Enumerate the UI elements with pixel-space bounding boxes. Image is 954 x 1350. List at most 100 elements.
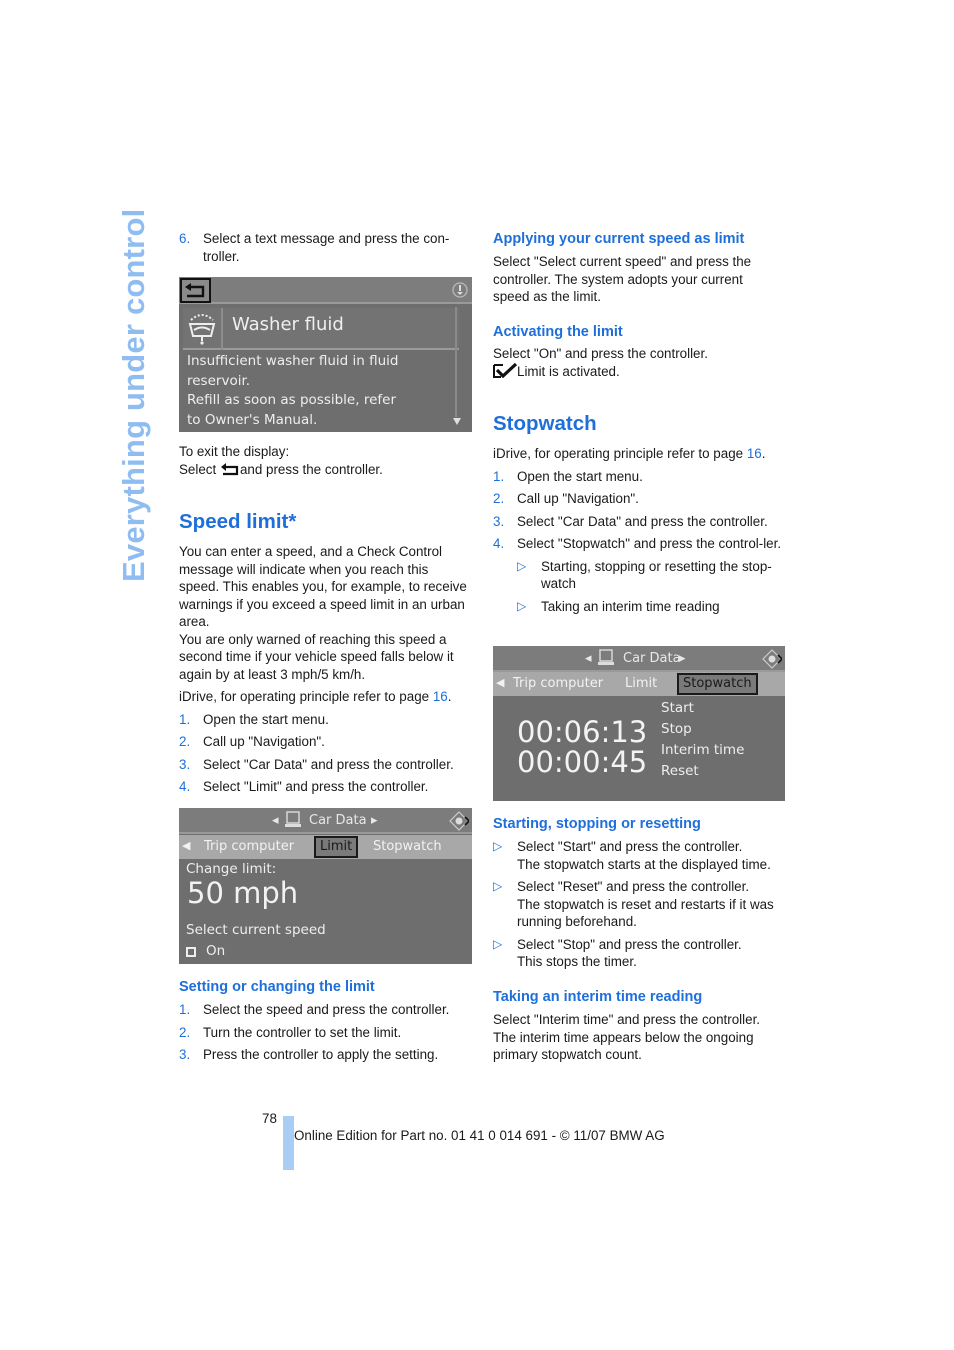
activate-limit-heading: Activating the limit [493, 324, 623, 340]
scrollbar-track[interactable] [455, 307, 457, 417]
select-current-speed-option[interactable]: Select current speed [186, 921, 326, 941]
screen-top-bar: ◂ Car Data ▸ [493, 646, 785, 672]
list-text: Open the start menu. [517, 468, 643, 484]
menu-item-stop[interactable]: Stop [661, 719, 744, 740]
interim-reading-text: Select "Interim time" and press the cont… [493, 1012, 761, 1062]
tab-trip-computer[interactable]: Trip computer [200, 836, 298, 858]
back-button[interactable] [180, 278, 211, 303]
tab-scroll-left-icon[interactable]: ◀ [496, 672, 504, 694]
list-item: 2. Call up "Navigation". [179, 733, 471, 751]
list-number: 3. [179, 1047, 191, 1062]
bullet-triangle-icon: ▷ [493, 839, 503, 853]
bullet-item: ▷ Select "Start" and press the controller… [493, 838, 789, 873]
steps-list: 1. Open the start menu. 2. Call up "Naviga… [179, 711, 471, 796]
menu-item-reset[interactable]: Reset [661, 761, 744, 782]
speed-limit-heading: Speed limit* [179, 510, 297, 533]
list-number: 4. [493, 536, 505, 551]
bullet-triangle-icon: ▷ [493, 879, 503, 893]
list-item: 3. Press the controller to apply the sett… [179, 1046, 471, 1064]
starting-stopping-heading: Starting, stopping or resetting [493, 816, 701, 832]
setting-limit-heading: Setting or changing the limit [179, 979, 375, 995]
exit-select-text: Select [179, 461, 217, 477]
idrive-period: . [761, 446, 766, 461]
tab-stopwatch[interactable]: Stopwatch [677, 673, 758, 695]
message-body: Insufficient washer fluid in fluid reser… [187, 352, 399, 430]
on-checkbox[interactable] [186, 947, 196, 957]
idrive-text: iDrive, for operating principle refer to… [179, 689, 433, 704]
nav-prev-icon[interactable]: ◂ [272, 812, 279, 830]
activated-text: Limit is activated. [517, 364, 620, 379]
nav-title: Car Data [623, 651, 681, 666]
activate-limit-text: Select "On" and press the controller. [493, 346, 708, 361]
steps-list: 1. Open the start menu. 2. Call up "Naviga… [493, 468, 788, 616]
washer-fluid-screen: Washer fluid Insufficient washer fluid i… [179, 277, 472, 432]
limit-value[interactable]: 50 mph [187, 876, 298, 910]
list-text: Select "Stopwatch" and press the control… [517, 536, 782, 551]
page-link[interactable]: 16 [433, 689, 448, 704]
message-line: to Owner's Manual. [187, 411, 318, 428]
list-number: 3. [179, 756, 191, 772]
ssr-bullets: ▷ Select "Start" and press the controller… [493, 838, 789, 971]
stopwatch-heading: Stopwatch [493, 412, 597, 435]
list-item: 3. Select "Car Data" and press the contro… [493, 513, 788, 531]
list-number: 2. [493, 491, 505, 506]
list-text: Select "Car Data" and press the controll… [517, 513, 768, 529]
list-item: 4. Select "Stopwatch" and press the contr… [493, 535, 783, 553]
list-text: Select "Limit" and press the controller. [203, 779, 429, 794]
list-item: 4. Select "Limit" and press the controlle… [179, 778, 471, 796]
scroll-indicator-icon [452, 282, 468, 298]
tab-limit[interactable]: Limit [621, 673, 661, 695]
exit-instructions: To exit the display: Select and press th… [179, 443, 469, 478]
stopwatch-main-time: 00:06:13 [517, 715, 648, 749]
check-icon [493, 362, 518, 379]
message-title: Washer fluid [232, 314, 344, 335]
nav-next-icon[interactable]: ▸ [371, 812, 378, 830]
screen-tabs: ◀ Trip computer Limit Stopwatch [493, 672, 785, 696]
idrive-text: iDrive, for operating principle refer to… [493, 446, 747, 461]
page-number: 78 [262, 1111, 277, 1126]
setting-steps-list: 1. Select the speed and press the control… [179, 1001, 471, 1064]
page-link[interactable]: 16 [747, 446, 762, 461]
car-data-icon [285, 811, 301, 827]
chapter-side-title: Everything under control [116, 208, 151, 582]
bullet-item: ▷ Starting, stopping or resetting the sto… [517, 558, 787, 593]
screen-top-bar [179, 277, 472, 304]
list-text: Call up "Navigation". [203, 734, 325, 749]
list-number: 6. [179, 231, 191, 246]
menu-item-interim-time[interactable]: Interim time [661, 740, 744, 761]
stopwatch-intro: iDrive, for operating principle refer to… [493, 445, 788, 615]
limit-activated-line: Limit is activated. [493, 362, 783, 381]
bullet-triangle-icon: ▷ [517, 558, 527, 573]
stopwatch-menu: Start Stop Interim time Reset [661, 698, 744, 782]
bullet-text: Select "Stop" and press the controller. [517, 936, 742, 952]
list-text: Select the speed and press the controlle… [203, 1002, 450, 1017]
list-number: 4. [179, 779, 191, 794]
bullet-item: ▷ Select "Reset" and press the controller… [493, 878, 789, 931]
idrive-reference: iDrive, for operating principle refer to… [179, 688, 471, 706]
list-text: Select "Car Data" and press the controll… [203, 756, 454, 772]
intro-paragraph: You are only warned of reaching this spe… [179, 631, 454, 682]
list-number: 1. [179, 1002, 191, 1017]
list-item: 1. Open the start menu. [493, 468, 788, 486]
list-number: 2. [179, 1024, 191, 1040]
tab-stopwatch[interactable]: Stopwatch [369, 836, 446, 858]
bullet-text: Select "Reset" and press the controller. [517, 879, 750, 894]
tab-scroll-left-icon[interactable]: ◀ [182, 835, 190, 857]
nav-next-icon[interactable]: ▸ [679, 650, 686, 668]
footer-accent-bar [283, 1116, 294, 1170]
list-text: Call up "Navigation". [517, 491, 639, 506]
footer-edition: Online Edition for Part no. 01 41 0 014 … [294, 1128, 665, 1143]
list-item: 2. Call up "Navigation". [493, 490, 788, 508]
bullet-text: Select "Start" and press the controller. [517, 839, 743, 854]
menu-item-start[interactable]: Start [661, 698, 744, 719]
interim-reading-heading: Taking an interim time reading [493, 989, 703, 1005]
tab-trip-computer[interactable]: Trip computer [509, 673, 607, 695]
exit-rest-text: and press the controller. [239, 461, 383, 477]
stopwatch-screen: ◂ Car Data ▸ ◀ Trip computer Limit Stopw… [493, 646, 785, 801]
back-arrow-icon [185, 283, 205, 298]
list-text: Turn the controller to set the limit. [203, 1024, 402, 1040]
nav-prev-icon[interactable]: ◂ [585, 650, 592, 668]
washer-fluid-icon [188, 314, 216, 345]
list-number: 1. [493, 468, 505, 484]
tab-limit[interactable]: Limit [314, 836, 359, 858]
